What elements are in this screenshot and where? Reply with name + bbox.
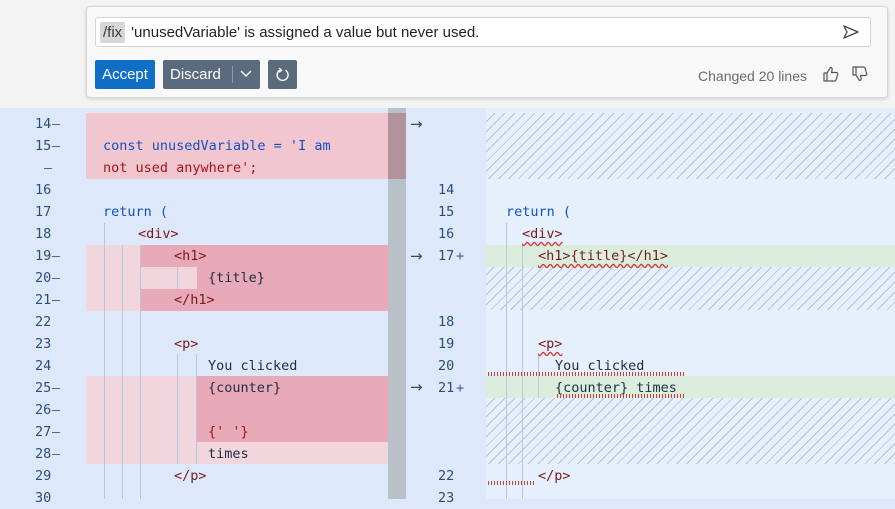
code-line: <div> (138, 226, 179, 242)
deleted-marker: — (52, 446, 61, 462)
lint-squiggle (555, 394, 685, 398)
added-line (486, 376, 895, 398)
accept-button[interactable]: Accept (95, 60, 155, 89)
deleted-marker: — (52, 116, 61, 132)
code-line: times (208, 446, 249, 462)
code-line: <p> (174, 336, 199, 352)
removed-region-hatch (486, 266, 895, 310)
code-line: {counter} (208, 380, 282, 396)
deleted-marker: — (52, 424, 61, 440)
code-line: return ( (103, 204, 169, 220)
line-number: 20 (438, 358, 455, 374)
deleted-marker: — (44, 160, 53, 176)
line-number: 24 (35, 358, 52, 374)
indent-guide (122, 245, 123, 499)
prompt-text: 'unusedVariable' is assigned a value but… (131, 23, 480, 41)
discard-separator (232, 66, 233, 83)
line-number: 26 (35, 402, 52, 418)
line-number: 22 (35, 314, 52, 330)
code-line: not used anywhere'; (103, 160, 258, 176)
arrow-right-icon[interactable]: → (410, 113, 423, 135)
gutter-deleted-marker (388, 113, 406, 179)
code-line: <h1> (174, 248, 207, 264)
arrow-right-icon[interactable]: → (410, 376, 423, 398)
code-line: {title} (208, 270, 265, 286)
line-number: 22 (438, 468, 455, 484)
indent-guide (506, 223, 507, 499)
code-line: </p> (538, 468, 571, 484)
removed-region-hatch (486, 113, 895, 179)
line-number: 14 (438, 182, 455, 198)
indent-guide (538, 354, 539, 398)
code-line: const unusedVariable = 'I am (103, 138, 331, 154)
inline-chat-bar: /fix 'unusedVariable' is assigned a valu… (0, 0, 895, 108)
line-number: 25 (35, 380, 52, 396)
line-number: 29 (35, 468, 52, 484)
discard-label: Discard (170, 66, 221, 83)
arrow-right-icon[interactable]: → (410, 245, 423, 267)
code-line: </p> (174, 468, 207, 484)
discard-button[interactable]: Discard (163, 60, 260, 89)
slash-command-chip: /fix (100, 21, 126, 43)
line-number: 16 (438, 226, 455, 242)
lint-squiggle (486, 481, 536, 485)
line-number: 18 (438, 314, 455, 330)
lint-squiggle (486, 372, 686, 376)
indent-guide (104, 223, 105, 499)
deleted-marker: — (52, 402, 61, 418)
line-number: 16 (35, 182, 52, 198)
line-number: 23 (438, 490, 455, 506)
code-line: <p> (538, 336, 563, 352)
code-line: return ( (506, 204, 572, 220)
line-number: 30 (35, 490, 52, 506)
thumbs-down-icon[interactable] (851, 65, 869, 83)
code-line: <div> (522, 226, 563, 242)
line-number: 18 (35, 226, 52, 242)
line-number: 23 (35, 336, 52, 352)
code-line: </h1> (174, 292, 215, 308)
added-marker: + (456, 248, 465, 264)
deleted-marker: — (52, 248, 61, 264)
line-number: 21 (35, 292, 52, 308)
indent-guide (177, 354, 178, 464)
added-marker: + (456, 380, 465, 396)
accept-label: Accept (102, 66, 148, 83)
redo-icon (275, 66, 289, 81)
code-line: {' '} (208, 424, 249, 440)
line-number: 20 (35, 270, 52, 286)
removed-region-hatch (486, 398, 895, 464)
line-number: 15 (438, 204, 455, 220)
prompt-input[interactable]: /fix 'unusedVariable' is assigned a valu… (95, 17, 871, 47)
deleted-marker: — (52, 292, 61, 308)
changed-lines-status: Changed 20 lines (698, 68, 807, 84)
inline-chat-widget: /fix 'unusedVariable' is assigned a valu… (86, 6, 888, 98)
line-number: 17 (438, 248, 455, 264)
code-line: <h1>{title}</h1> (538, 248, 669, 264)
deleted-marker: — (52, 380, 61, 396)
line-number: 15 (35, 138, 52, 154)
deleted-marker: — (52, 270, 61, 286)
line-number: 21 (438, 380, 455, 396)
line-number: 27 (35, 424, 52, 440)
thumbs-up-icon[interactable] (822, 65, 840, 83)
modified-line-numbers (406, 108, 486, 499)
rerun-button[interactable] (268, 60, 297, 89)
line-number: 19 (438, 336, 455, 352)
line-number: 19 (35, 248, 52, 264)
indent-guide (140, 245, 141, 499)
chevron-down-icon[interactable] (239, 69, 253, 79)
send-icon[interactable] (842, 24, 860, 40)
line-number: 17 (35, 204, 52, 220)
indent-guide (196, 354, 197, 464)
line-number: 14 (35, 116, 52, 132)
code-line: You clicked (208, 358, 298, 374)
indent-guide (177, 267, 178, 289)
line-number: 28 (35, 446, 52, 462)
deleted-marker: — (52, 138, 61, 154)
